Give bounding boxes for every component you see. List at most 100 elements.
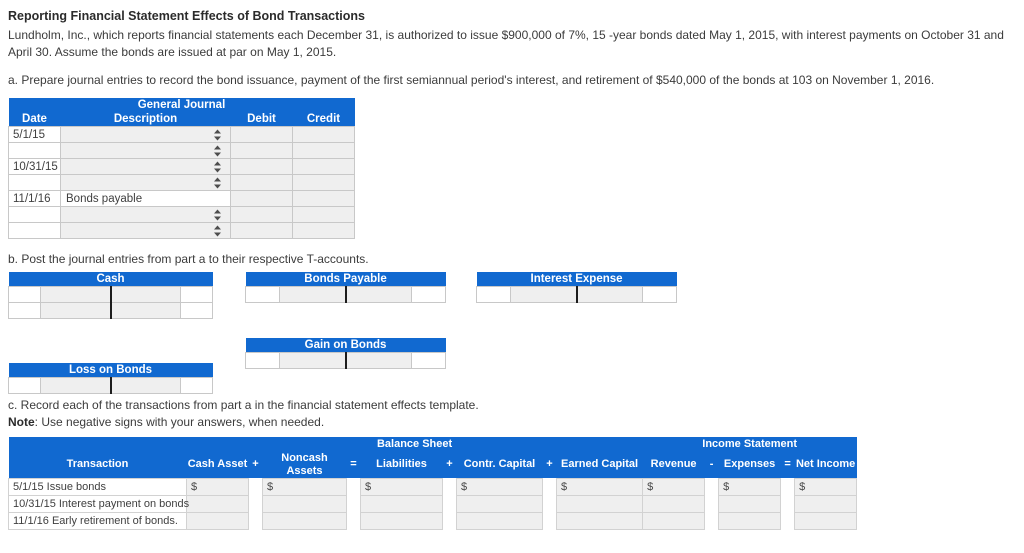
journal-debit-cell[interactable] [230, 142, 293, 159]
t-cell-amount-debit[interactable] [510, 286, 578, 303]
journal-credit-cell[interactable] [292, 142, 355, 159]
t-cell-ref-debit[interactable] [245, 286, 280, 303]
t-cell-ref-credit[interactable] [180, 302, 213, 319]
t-cell-amount-debit[interactable] [40, 286, 112, 303]
fse-cell-earned-capital[interactable]: $ [555, 477, 644, 496]
select-spinner-icon[interactable] [214, 161, 221, 172]
journal-credit-cell[interactable] [292, 222, 355, 239]
column-header-date: Date [8, 111, 61, 127]
journal-credit-cell[interactable] [292, 158, 355, 175]
select-spinner-icon[interactable] [214, 129, 221, 140]
journal-debit-cell[interactable] [230, 206, 293, 223]
t-cell-ref-credit[interactable] [180, 377, 213, 394]
fse-cell-earned-capital[interactable] [555, 511, 644, 530]
t-account-title-gain-on-bonds: Gain on Bonds [245, 337, 446, 353]
t-cell-amount-credit[interactable] [110, 286, 181, 303]
t-cell-ref-debit[interactable] [476, 286, 511, 303]
fse-cell-net-income[interactable] [794, 511, 858, 530]
t-cell-amount-credit[interactable] [345, 286, 412, 303]
t-cell-ref-credit[interactable] [410, 352, 447, 369]
journal-date-cell[interactable] [8, 174, 61, 191]
t-cell-amount-credit[interactable] [110, 377, 181, 394]
t-cell-ref-debit[interactable] [8, 286, 41, 303]
journal-date-cell[interactable] [8, 222, 61, 239]
t-cell-amount-credit[interactable] [576, 286, 643, 303]
journal-date-cell[interactable] [8, 206, 61, 223]
t-cell-ref-credit[interactable] [410, 286, 447, 303]
t-cell-ref-debit[interactable] [245, 352, 280, 369]
t-cell-ref-debit[interactable] [8, 302, 41, 319]
journal-description-cell[interactable] [60, 158, 231, 175]
t-cell-amount-debit[interactable] [279, 352, 347, 369]
journal-credit-cell[interactable] [292, 206, 355, 223]
fse-cell-liabilities[interactable]: $ [360, 477, 443, 496]
journal-description-cell[interactable] [60, 126, 231, 143]
t-cell-amount-credit[interactable] [110, 302, 181, 319]
fse-cell-cash-asset[interactable]: $ [186, 477, 249, 496]
t-account-bonds-payable: Bonds Payable [245, 271, 447, 303]
fse-gap-cell [248, 478, 263, 495]
fse-cell-expenses[interactable]: $ [718, 477, 782, 496]
fse-cell-revenue[interactable] [642, 511, 706, 530]
fse-cell-expenses[interactable] [718, 494, 782, 513]
journal-credit-cell[interactable] [292, 126, 355, 143]
journal-date-cell[interactable]: 10/31/15 [8, 158, 61, 175]
journal-date-cell[interactable] [8, 142, 61, 159]
journal-description-cell[interactable] [60, 206, 231, 223]
table-row: 11/1/16 Early retirement of bonds. [8, 511, 858, 530]
fse-cell-net-income[interactable]: $ [794, 477, 858, 496]
t-cell-ref-credit[interactable] [641, 286, 678, 303]
fse-cell-cash-asset[interactable] [186, 494, 249, 513]
fse-cell-noncash-assets[interactable] [262, 494, 347, 513]
note-label: Note [8, 415, 35, 429]
table-row [8, 206, 355, 223]
select-spinner-icon[interactable] [214, 145, 221, 156]
journal-description-cell[interactable] [60, 174, 231, 191]
fse-gap-cell [780, 478, 795, 495]
general-journal-body: 5/1/15 10/31/15 11/1/16 Bonds payable [8, 126, 355, 239]
select-spinner-icon[interactable] [214, 209, 221, 220]
fse-cell-contr-capital[interactable]: $ [456, 477, 543, 496]
t-cell-ref-debit[interactable] [8, 377, 41, 394]
journal-description-cell[interactable]: Bonds payable [60, 190, 231, 207]
select-spinner-icon[interactable] [214, 177, 221, 188]
t-cell-ref-credit[interactable] [180, 286, 213, 303]
fse-cell-contr-capital[interactable] [456, 511, 543, 530]
journal-debit-cell[interactable] [230, 174, 293, 191]
table-row [8, 142, 355, 159]
t-account-bonds-payable-wrap: Bonds Payable [245, 271, 447, 303]
part-c-instruction: c. Record each of the transactions from … [8, 397, 479, 412]
t-cell-amount-debit[interactable] [40, 302, 112, 319]
journal-description-cell[interactable] [60, 142, 231, 159]
journal-date-cell[interactable]: 5/1/15 [8, 126, 61, 143]
journal-debit-cell[interactable] [230, 190, 293, 207]
journal-date-cell[interactable]: 11/1/16 [8, 190, 61, 207]
fse-cell-earned-capital[interactable] [555, 494, 644, 513]
group-header-income-statement: Income Statement [642, 436, 857, 452]
select-spinner-icon[interactable] [214, 225, 221, 236]
fse-cell-liabilities[interactable] [360, 494, 443, 513]
journal-credit-cell[interactable] [292, 190, 355, 207]
fse-cell-revenue[interactable] [642, 494, 706, 513]
fse-cell-net-income[interactable] [794, 494, 858, 513]
table-row: 11/1/16 Bonds payable [8, 190, 355, 207]
fse-cell-noncash-assets[interactable] [262, 511, 347, 530]
fse-gap-cell [542, 512, 557, 529]
journal-debit-cell[interactable] [230, 126, 293, 143]
fse-cell-cash-asset[interactable] [186, 511, 249, 530]
fse-cell-contr-capital[interactable] [456, 494, 543, 513]
journal-debit-cell[interactable] [230, 158, 293, 175]
question-body: Lundholm, Inc., which reports financial … [8, 28, 1004, 59]
fse-cell-liabilities[interactable] [360, 511, 443, 530]
t-cell-amount-debit[interactable] [279, 286, 347, 303]
journal-credit-cell[interactable] [292, 174, 355, 191]
fse-cell-revenue[interactable]: $ [642, 477, 706, 496]
operator-equals-1: = [346, 451, 361, 478]
fse-cell-noncash-assets[interactable]: $ [262, 477, 347, 496]
part-c-note: Note: Use negative signs with your answe… [8, 414, 1020, 431]
fse-cell-expenses[interactable] [718, 511, 782, 530]
journal-description-cell[interactable] [60, 222, 231, 239]
journal-debit-cell[interactable] [230, 222, 293, 239]
t-cell-amount-credit[interactable] [345, 352, 412, 369]
t-cell-amount-debit[interactable] [40, 377, 112, 394]
